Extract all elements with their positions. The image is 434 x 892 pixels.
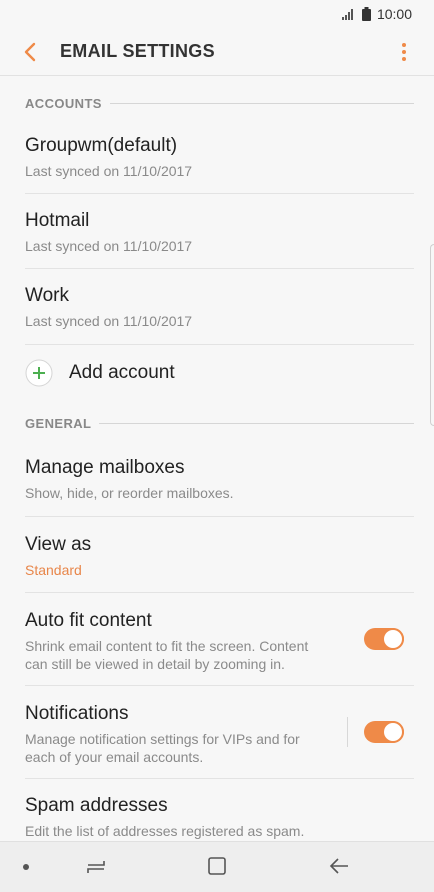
notifications-title: Notifications xyxy=(25,703,129,724)
back-arrow-icon[interactable] xyxy=(20,40,42,64)
signal-icon xyxy=(341,9,353,20)
notifications-item[interactable]: Notifications Manage notification settin… xyxy=(25,686,414,779)
toggle-divider xyxy=(347,717,348,747)
auto-fit-toggle[interactable] xyxy=(364,628,404,650)
auto-fit-sub: Shrink email content to fit the screen. … xyxy=(25,638,309,672)
spam-addresses-title: Spam addresses xyxy=(25,795,168,816)
add-circle-icon xyxy=(25,359,53,387)
app-bar: EMAIL SETTINGS xyxy=(0,28,434,76)
account-item-work[interactable]: Work Last synced on 11/10/2017 xyxy=(25,269,414,345)
view-as-value: Standard xyxy=(25,562,82,578)
page-title: EMAIL SETTINGS xyxy=(60,41,215,61)
nav-back-icon[interactable] xyxy=(328,856,350,876)
account-item-groupwm[interactable]: Groupwm(default) Last synced on 11/10/20… xyxy=(25,129,414,194)
home-icon[interactable] xyxy=(207,856,227,876)
add-account-label: Add account xyxy=(69,362,175,383)
recents-icon[interactable] xyxy=(86,857,106,877)
view-as-title: View as xyxy=(25,534,92,555)
battery-icon xyxy=(361,7,371,21)
add-account-button[interactable]: Add account xyxy=(25,345,414,401)
manage-mailboxes-item[interactable]: Manage mailboxes Show, hide, or reorder … xyxy=(25,445,414,517)
account-item-hotmail[interactable]: Hotmail Last synced on 11/10/2017 xyxy=(25,194,414,269)
notifications-sub: Manage notification settings for VIPs an… xyxy=(25,731,300,765)
manage-mailboxes-sub: Show, hide, or reorder mailboxes. xyxy=(25,485,234,501)
more-vert-icon[interactable] xyxy=(398,41,410,63)
view-as-item[interactable]: View as Standard xyxy=(25,517,414,593)
section-label-accounts: ACCOUNTS xyxy=(25,95,110,111)
manage-mailboxes-title: Manage mailboxes xyxy=(25,457,185,478)
nav-dot-icon[interactable] xyxy=(22,863,30,871)
account-sync: Last synced on 11/10/2017 xyxy=(25,313,193,329)
section-header-general: GENERAL xyxy=(0,401,434,445)
auto-fit-item[interactable]: Auto fit content Shrink email content to… xyxy=(25,593,414,686)
settings-list: ACCOUNTS Groupwm(default) Last synced on… xyxy=(0,77,434,843)
status-bar: 10:00 xyxy=(0,0,434,28)
section-header-accounts: ACCOUNTS xyxy=(0,77,434,129)
status-time: 10:00 xyxy=(376,6,412,22)
spam-addresses-item[interactable]: Spam addresses Edit the list of addresse… xyxy=(25,779,414,843)
section-label-general: GENERAL xyxy=(25,415,100,431)
account-name: Work xyxy=(25,285,69,306)
spam-addresses-sub: Edit the list of addresses registered as… xyxy=(25,823,305,839)
navigation-bar xyxy=(0,841,434,892)
notifications-toggle[interactable] xyxy=(364,721,404,743)
account-sync: Last synced on 11/10/2017 xyxy=(25,163,193,179)
account-name: Hotmail xyxy=(25,210,90,231)
edge-panel-handle[interactable] xyxy=(430,244,434,426)
account-name: Groupwm(default) xyxy=(25,135,178,156)
account-sync: Last synced on 11/10/2017 xyxy=(25,238,193,254)
auto-fit-title: Auto fit content xyxy=(25,610,152,631)
